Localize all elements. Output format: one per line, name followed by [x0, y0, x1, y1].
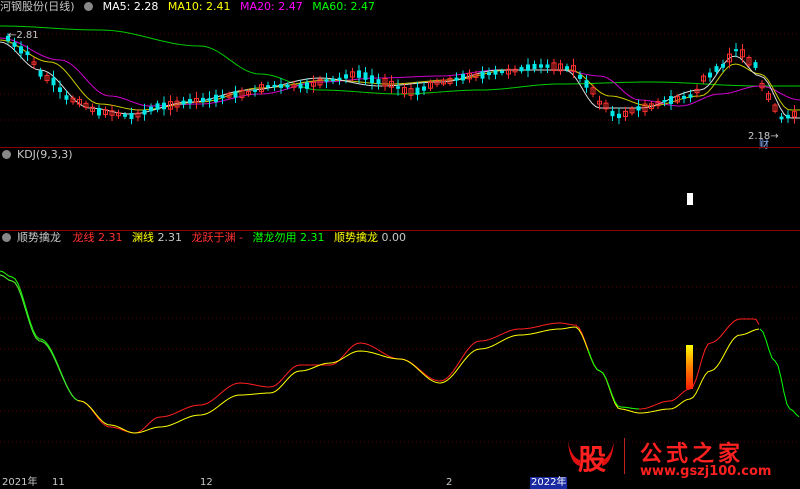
candle-body — [25, 51, 30, 56]
watermark-divider — [624, 438, 625, 474]
candle-body — [454, 77, 459, 81]
candle-body — [688, 94, 693, 98]
kdj-settings-circle-icon[interactable] — [2, 150, 11, 159]
candle-body — [714, 66, 719, 72]
candle-body — [12, 42, 17, 47]
candle-body — [376, 79, 381, 85]
candle-body — [487, 72, 491, 76]
candle-body — [682, 95, 686, 99]
candle-body — [721, 63, 725, 68]
axis-label: 12 — [200, 477, 213, 488]
candle-body — [220, 95, 225, 99]
candle-body — [97, 107, 101, 116]
candle-body — [331, 78, 335, 82]
ma20-line — [0, 37, 800, 107]
candle-body — [545, 64, 550, 68]
candle-body — [415, 87, 420, 95]
candlestick-chart[interactable] — [0, 0, 800, 148]
candle-body — [636, 106, 641, 111]
kdj-pane[interactable]: KDJ(9,3,3) — [0, 148, 800, 230]
candle-body — [786, 114, 790, 119]
candle-body — [214, 94, 218, 102]
candle-body — [753, 62, 758, 68]
hidden-dragon-line-right — [759, 328, 800, 418]
candle-body — [207, 98, 212, 101]
candle-body — [142, 109, 147, 115]
candle-body — [285, 84, 290, 88]
candle-body — [38, 70, 43, 77]
candle-body — [272, 84, 277, 88]
candle-body — [51, 77, 56, 86]
candle-body — [123, 114, 127, 117]
candle-body — [617, 113, 621, 119]
candle-body — [526, 64, 530, 71]
candle-body — [149, 106, 153, 112]
axis-label: 11 — [52, 477, 65, 488]
candle-body — [396, 86, 400, 89]
candle-body — [181, 100, 186, 105]
candle-body — [500, 70, 504, 74]
candle-body — [344, 74, 348, 79]
watermark: 股 公式之家 www.gszj100.com — [556, 436, 800, 479]
candle-body — [734, 49, 738, 52]
candle-body — [337, 77, 342, 80]
candle-body — [610, 110, 615, 117]
candle-body — [669, 96, 673, 104]
long-line — [0, 270, 760, 434]
axis-label-highlight: 2022年 — [530, 477, 568, 489]
candle-body — [480, 71, 485, 79]
kdj-title: KDJ(9,3,3) — [17, 148, 73, 161]
candle-body — [519, 66, 524, 72]
high-price-label: ←2.81 — [8, 30, 39, 41]
hidden-dragon-line-left — [0, 270, 79, 402]
candle-body — [188, 99, 192, 104]
candle-body — [162, 102, 166, 110]
candle-body — [565, 66, 569, 70]
candle-body — [201, 97, 205, 103]
candle-body — [155, 103, 160, 110]
signal-bar — [686, 345, 693, 389]
candle-body — [363, 72, 368, 80]
candle-body — [779, 116, 784, 120]
candle-body — [708, 72, 712, 78]
candle-body — [493, 70, 498, 75]
candle-body — [539, 64, 543, 68]
axis-label: 2 — [446, 477, 453, 488]
candle-body — [129, 112, 134, 120]
abyss-line — [0, 274, 760, 434]
price-pane[interactable]: 河钢股份(日线) MA5: 2.28 MA10: 2.41 MA20: 2.47… — [0, 0, 800, 151]
kdj-header: KDJ(9,3,3) — [0, 148, 79, 162]
axis-label: 2021年 — [2, 477, 38, 488]
candle-body — [58, 87, 62, 93]
candle-body — [279, 84, 283, 88]
candle-body — [253, 89, 257, 92]
candle-body — [298, 83, 303, 89]
watermark-logo: 股 — [566, 436, 616, 476]
candle-body — [64, 95, 69, 100]
candle-body — [324, 79, 329, 82]
kdj-signal-bar — [687, 193, 693, 205]
candle-body — [357, 70, 361, 78]
watermark-url: www.gszj100.com — [640, 464, 772, 479]
candle-body — [584, 80, 589, 88]
candle-body — [461, 74, 465, 81]
candle-body — [578, 74, 582, 79]
hidden-dragon-line-left — [0, 274, 79, 402]
candle-body — [233, 91, 238, 98]
candle-body — [532, 63, 537, 70]
candle-body — [305, 82, 309, 89]
candle-body — [19, 46, 23, 54]
candle-body — [422, 86, 426, 91]
candle-body — [662, 100, 667, 103]
candle-body — [370, 75, 374, 84]
candle-body — [266, 85, 270, 88]
